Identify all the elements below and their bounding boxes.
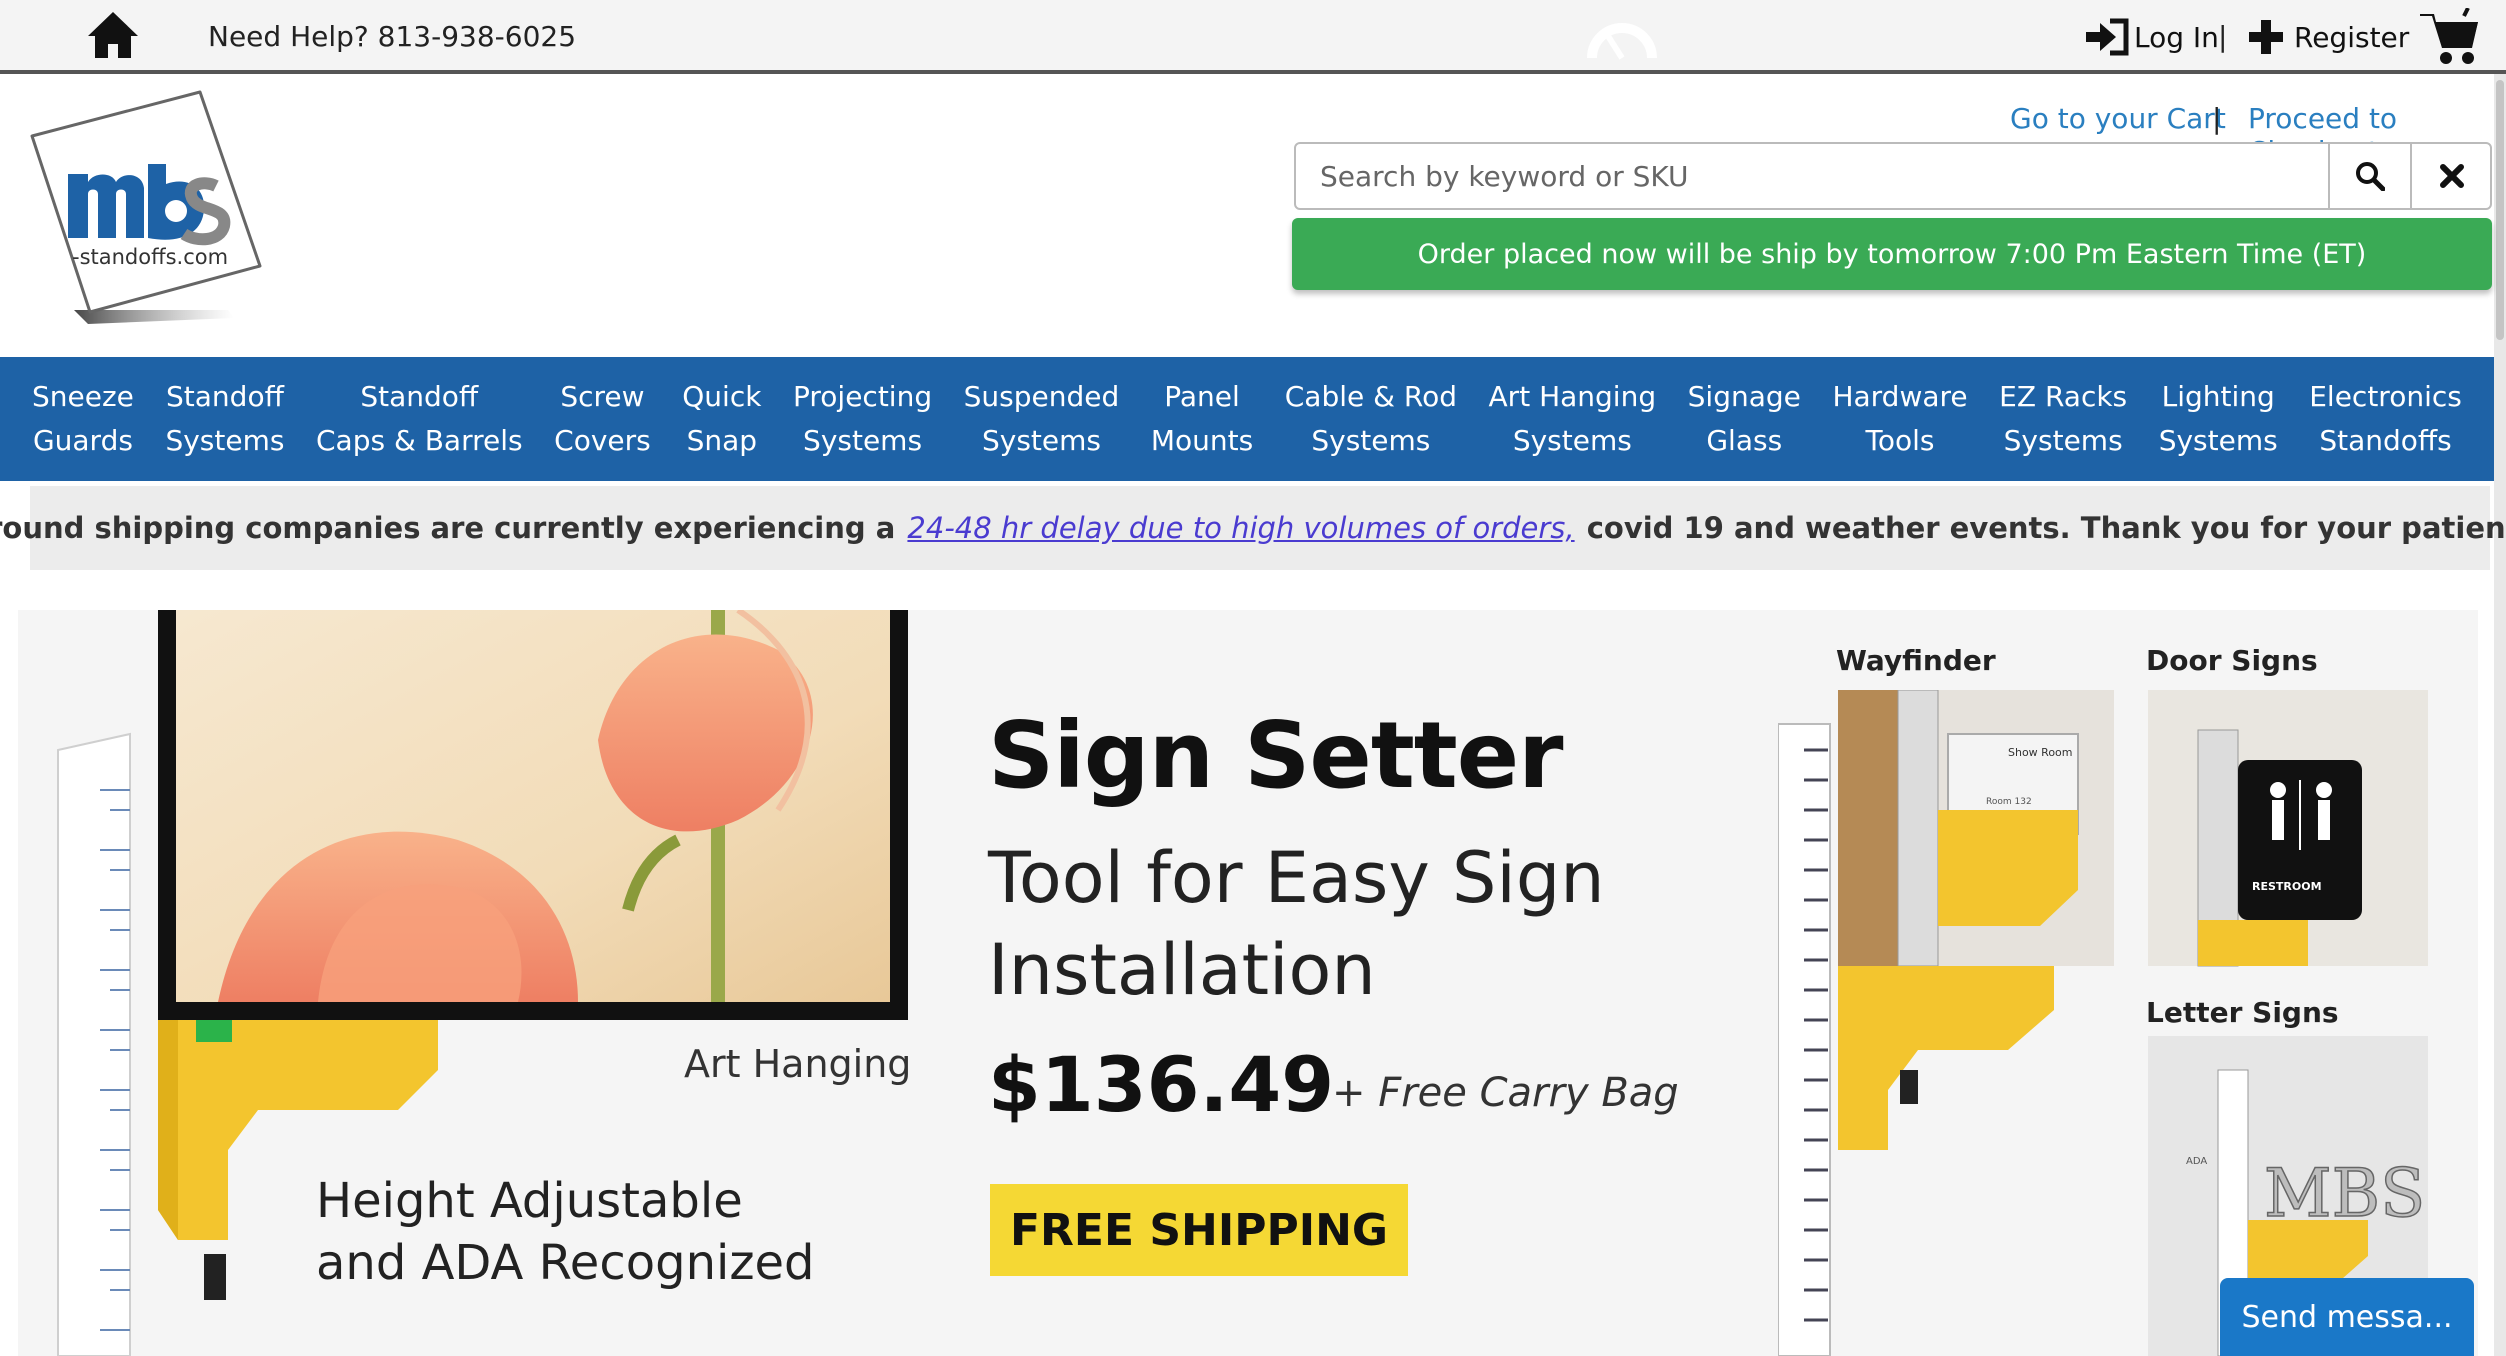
site-logo[interactable]: -standoffs.com (28, 88, 270, 326)
nav-label-line1: Art Hanging (1488, 380, 1657, 413)
height-adjustable-line1: Height Adjustable (316, 1173, 743, 1229)
nav-item-electronics-standoffs[interactable]: Electronics Standoffs (2299, 375, 2472, 463)
nav-item-suspended-systems[interactable]: Suspended Systems (954, 375, 1130, 463)
nav-label-line1: Signage (1687, 380, 1801, 413)
free-shipping-badge: FREE SHIPPING (990, 1184, 1408, 1276)
nav-label-line2: Guards (32, 424, 133, 457)
nav-label-line1: Panel (1164, 380, 1240, 413)
home-icon[interactable] (86, 10, 140, 60)
nav-label-line1: Hardware (1832, 380, 1968, 413)
hero-banner[interactable]: Art Hanging Height Adjustable and ADA Re… (18, 610, 2478, 1356)
nav-label-line1: Suspended (963, 380, 1120, 413)
height-adjustable-line2: and ADA Recognized (316, 1235, 815, 1291)
nav-label-line1: Lighting (2161, 380, 2275, 413)
nav-label-line2: Systems (165, 424, 285, 457)
hero-subtitle-line2: Installation (988, 929, 1376, 1011)
go-to-cart-link[interactable]: Go to your Cart (2010, 102, 2226, 135)
art-hanging-label: Art Hanging (684, 1042, 912, 1086)
login-link[interactable]: Log In (2084, 14, 2219, 60)
wayfinder-sign-room: Room 132 (1986, 797, 2032, 807)
product-price: $136.49 (988, 1040, 1335, 1129)
notice-delay-link[interactable]: 24-48 hr delay due to high volumes of or… (907, 511, 1574, 545)
nav-label-line2: Systems (1512, 424, 1632, 457)
nav-label-line1: Sneeze (32, 380, 134, 413)
plus-icon (2249, 20, 2283, 54)
nav-label-line2: Systems (1311, 424, 1431, 457)
notice-text-before: Ground shipping companies are currently … (0, 511, 896, 545)
hero-subtitle-line1: Tool for Easy Sign (988, 837, 1605, 919)
nav-label-line1: Screw (560, 380, 645, 413)
search-input[interactable] (1296, 144, 2326, 208)
header-separator: | (2212, 102, 2222, 135)
nav-label-line2: Systems (803, 424, 923, 457)
nav-label-line2: Systems (981, 424, 1101, 457)
nav-label-line2: Systems (2158, 424, 2278, 457)
nav-label-line2: Glass (1706, 424, 1783, 457)
nav-item-screw-covers[interactable]: Screw Covers (544, 375, 661, 463)
height-adjustable-text: Height Adjustable and ADA Recognized (316, 1170, 815, 1294)
door-signs-label: Door Signs (2146, 644, 2318, 677)
nav-item-standoff-caps-barrels[interactable]: Standoff Caps & Barrels (306, 375, 533, 463)
nav-label-line2: Tools (1865, 424, 1935, 457)
nav-label-line2: Covers (554, 424, 651, 457)
nav-label-line1: Projecting (793, 380, 933, 413)
door-sign-text: RESTROOM (2252, 880, 2322, 893)
nav-label-line1: Cable & Rod (1284, 380, 1457, 413)
free-carry-bag-text: + Free Carry Bag (1332, 1070, 1679, 1116)
main-nav: Sneeze Guards Standoff Systems Standoff Cap… (0, 357, 2494, 481)
shipping-banner: Order placed now will be ship by tomorro… (1292, 218, 2492, 290)
login-icon (2086, 18, 2129, 56)
register-link[interactable]: Register (2248, 14, 2409, 60)
nav-label-line1: EZ Racks (1999, 380, 2128, 413)
close-icon (2440, 164, 2464, 188)
nav-label-line2: Caps & Barrels (316, 424, 523, 457)
nav-item-cable-rod-systems[interactable]: Cable & Rod Systems (1275, 375, 1467, 463)
speedometer-icon (1587, 23, 1657, 60)
wayfinder-sign-title: Show Room (2008, 746, 2073, 759)
wayfinder-label: Wayfinder (1836, 644, 1996, 677)
logo-domain-text: -standoffs.com (72, 245, 228, 269)
nav-item-sneeze-guards[interactable]: Sneeze Guards (22, 375, 144, 463)
sign-examples-image: Show Room Room 132 RESTROOM ADA MBS (1778, 690, 2428, 1356)
notice-text-after: covid 19 and weather events. Thank you f… (1586, 511, 2506, 545)
search-button[interactable] (2328, 142, 2410, 210)
nav-label-line2: Systems (2003, 424, 2123, 457)
register-label: Register (2294, 20, 2410, 54)
nav-item-quick-snap[interactable]: Quick Snap (672, 375, 771, 463)
topbar-separator: | (2218, 20, 2228, 53)
help-phone-text: Need Help? 813-938-6025 (208, 20, 577, 53)
login-label: Log In (2134, 20, 2219, 54)
nav-label-line2: Standoffs (2319, 424, 2452, 457)
send-message-chat-button[interactable]: Send messa... (2220, 1278, 2474, 1356)
nav-label-line1: Standoff (360, 380, 479, 413)
nav-label-line2: Mounts (1150, 424, 1254, 457)
nav-item-art-hanging-systems[interactable]: Art Hanging Systems (1479, 375, 1667, 463)
nav-label-line1: Electronics (2309, 380, 2462, 413)
nav-label-line1: Standoff (166, 380, 284, 413)
hero-subtitle: Tool for Easy Sign Installation (988, 832, 1688, 1016)
nav-item-projecting-systems[interactable]: Projecting Systems (783, 375, 942, 463)
nav-item-panel-mounts[interactable]: Panel Mounts (1141, 375, 1263, 463)
hero-title: Sign Setter (988, 702, 1564, 809)
nav-item-hardware-tools[interactable]: Hardware Tools (1822, 375, 1977, 463)
search-icon (2356, 162, 2385, 191)
nav-item-ez-racks-systems[interactable]: EZ Racks Systems (1989, 375, 2137, 463)
clear-search-button[interactable] (2410, 142, 2492, 210)
shipping-delay-notice: Ground shipping companies are currently … (0, 486, 2506, 570)
nav-label-line1: Quick (682, 380, 762, 413)
nav-label-line2: Snap (686, 424, 758, 457)
cart-icon[interactable] (2420, 8, 2482, 66)
nav-item-signage-glass[interactable]: Signage Glass (1678, 375, 1811, 463)
nav-item-standoff-systems[interactable]: Standoff Systems (155, 375, 294, 463)
ada-text: ADA (2186, 1156, 2207, 1167)
nav-item-lighting-systems[interactable]: Lighting Systems (2149, 375, 2288, 463)
